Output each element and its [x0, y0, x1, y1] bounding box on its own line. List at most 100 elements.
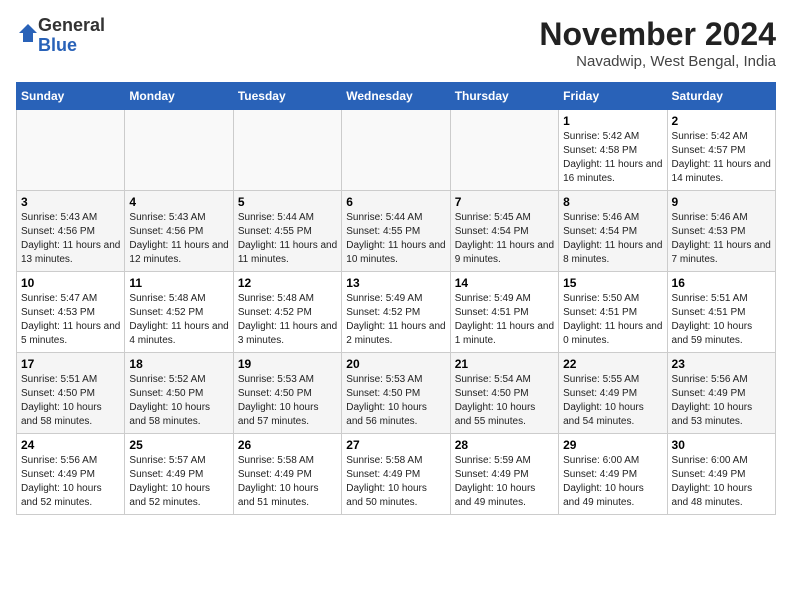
header-row: Sunday Monday Tuesday Wednesday Thursday…	[17, 83, 776, 110]
calendar-cell: 4 Sunrise: 5:43 AM Sunset: 4:56 PM Daylig…	[125, 191, 233, 272]
day-info: Sunrise: 5:56 AM Sunset: 4:49 PM Dayligh…	[672, 373, 771, 429]
calendar-cell: 16 Sunrise: 5:51 AM Sunset: 4:51 PM Dayli…	[667, 272, 775, 353]
day-info: Sunrise: 5:44 AM Sunset: 4:55 PM Dayligh…	[238, 211, 337, 267]
day-number: 23	[672, 357, 771, 371]
calendar-cell: 25 Sunrise: 5:57 AM Sunset: 4:49 PM Dayli…	[125, 434, 233, 515]
calendar-cell: 18 Sunrise: 5:52 AM Sunset: 4:50 PM Dayli…	[125, 353, 233, 434]
col-tuesday: Tuesday	[233, 83, 341, 110]
day-info: Sunrise: 6:00 AM Sunset: 4:49 PM Dayligh…	[563, 454, 662, 510]
logo-general: General	[38, 15, 105, 35]
calendar-cell	[125, 110, 233, 191]
calendar-header: Sunday Monday Tuesday Wednesday Thursday…	[17, 83, 776, 110]
day-number: 29	[563, 438, 662, 452]
calendar-cell	[450, 110, 558, 191]
day-number: 10	[21, 276, 120, 290]
calendar-week-4: 17Sunrise: 5:51 AM Sunset: 4:50 PM Dayli…	[17, 353, 776, 434]
day-number: 3	[21, 195, 120, 209]
day-number: 25	[129, 438, 228, 452]
col-friday: Friday	[559, 83, 667, 110]
calendar-cell: 6 Sunrise: 5:44 AM Sunset: 4:55 PM Daylig…	[342, 191, 450, 272]
day-number: 12	[238, 276, 337, 290]
day-info: Sunrise: 5:47 AM Sunset: 4:53 PM Dayligh…	[21, 292, 120, 348]
day-number: 22	[563, 357, 662, 371]
day-number: 30	[672, 438, 771, 452]
logo: General Blue	[16, 16, 105, 56]
day-number: 7	[455, 195, 554, 209]
calendar-week-2: 3 Sunrise: 5:43 AM Sunset: 4:56 PM Daylig…	[17, 191, 776, 272]
logo-text: General Blue	[38, 16, 105, 56]
day-info: Sunrise: 5:59 AM Sunset: 4:49 PM Dayligh…	[455, 454, 554, 510]
day-number: 9	[672, 195, 771, 209]
day-number: 11	[129, 276, 228, 290]
calendar-cell: 5Sunrise: 5:44 AM Sunset: 4:55 PM Daylig…	[233, 191, 341, 272]
col-monday: Monday	[125, 83, 233, 110]
day-number: 24	[21, 438, 120, 452]
col-thursday: Thursday	[450, 83, 558, 110]
calendar-week-1: 1Sunrise: 5:42 AM Sunset: 4:58 PM Daylig…	[17, 110, 776, 191]
calendar-week-3: 10 Sunrise: 5:47 AM Sunset: 4:53 PM Dayli…	[17, 272, 776, 353]
calendar-cell: 27Sunrise: 5:58 AM Sunset: 4:49 PM Dayli…	[342, 434, 450, 515]
day-info: Sunrise: 5:50 AM Sunset: 4:51 PM Dayligh…	[563, 292, 662, 348]
day-info: Sunrise: 5:44 AM Sunset: 4:55 PM Dayligh…	[346, 211, 445, 267]
calendar-cell	[17, 110, 125, 191]
col-sunday: Sunday	[17, 83, 125, 110]
calendar-cell: 8 Sunrise: 5:46 AM Sunset: 4:54 PM Daylig…	[559, 191, 667, 272]
day-info: Sunrise: 5:42 AM Sunset: 4:58 PM Dayligh…	[563, 130, 662, 186]
day-info: Sunrise: 5:48 AM Sunset: 4:52 PM Dayligh…	[129, 292, 228, 348]
day-info: Sunrise: 5:48 AM Sunset: 4:52 PM Dayligh…	[238, 292, 337, 348]
day-info: Sunrise: 5:58 AM Sunset: 4:49 PM Dayligh…	[346, 454, 445, 510]
day-number: 4	[129, 195, 228, 209]
calendar-cell: 21 Sunrise: 5:54 AM Sunset: 4:50 PM Dayli…	[450, 353, 558, 434]
day-number: 21	[455, 357, 554, 371]
calendar-cell: 10 Sunrise: 5:47 AM Sunset: 4:53 PM Dayli…	[17, 272, 125, 353]
month-title: November 2024	[539, 16, 776, 53]
calendar-cell: 29 Sunrise: 6:00 AM Sunset: 4:49 PM Dayli…	[559, 434, 667, 515]
calendar-cell: 30Sunrise: 6:00 AM Sunset: 4:49 PM Dayli…	[667, 434, 775, 515]
calendar-cell: 26Sunrise: 5:58 AM Sunset: 4:49 PM Dayli…	[233, 434, 341, 515]
col-wednesday: Wednesday	[342, 83, 450, 110]
location-subtitle: Navadwip, West Bengal, India	[539, 53, 776, 70]
calendar-cell: 24 Sunrise: 5:56 AM Sunset: 4:49 PM Dayli…	[17, 434, 125, 515]
col-saturday: Saturday	[667, 83, 775, 110]
day-number: 2	[672, 114, 771, 128]
day-info: Sunrise: 5:51 AM Sunset: 4:51 PM Dayligh…	[672, 292, 771, 348]
day-number: 16	[672, 276, 771, 290]
calendar-body: 1Sunrise: 5:42 AM Sunset: 4:58 PM Daylig…	[17, 110, 776, 515]
day-number: 15	[563, 276, 662, 290]
day-info: Sunrise: 5:56 AM Sunset: 4:49 PM Dayligh…	[21, 454, 120, 510]
calendar-cell: 19Sunrise: 5:53 AM Sunset: 4:50 PM Dayli…	[233, 353, 341, 434]
day-info: Sunrise: 5:43 AM Sunset: 4:56 PM Dayligh…	[129, 211, 228, 267]
calendar-cell: 14Sunrise: 5:49 AM Sunset: 4:51 PM Dayli…	[450, 272, 558, 353]
day-info: Sunrise: 5:54 AM Sunset: 4:50 PM Dayligh…	[455, 373, 554, 429]
calendar-cell: 17Sunrise: 5:51 AM Sunset: 4:50 PM Dayli…	[17, 353, 125, 434]
logo-icon	[18, 23, 38, 43]
calendar-cell: 28Sunrise: 5:59 AM Sunset: 4:49 PM Dayli…	[450, 434, 558, 515]
calendar-cell: 3 Sunrise: 5:43 AM Sunset: 4:56 PM Daylig…	[17, 191, 125, 272]
day-info: Sunrise: 5:57 AM Sunset: 4:49 PM Dayligh…	[129, 454, 228, 510]
calendar-cell: 2Sunrise: 5:42 AM Sunset: 4:57 PM Daylig…	[667, 110, 775, 191]
day-info: Sunrise: 5:52 AM Sunset: 4:50 PM Dayligh…	[129, 373, 228, 429]
calendar-cell: 11 Sunrise: 5:48 AM Sunset: 4:52 PM Dayli…	[125, 272, 233, 353]
day-number: 8	[563, 195, 662, 209]
day-number: 17	[21, 357, 120, 371]
day-number: 19	[238, 357, 337, 371]
day-number: 18	[129, 357, 228, 371]
day-info: Sunrise: 5:45 AM Sunset: 4:54 PM Dayligh…	[455, 211, 554, 267]
calendar-cell: 22 Sunrise: 5:55 AM Sunset: 4:49 PM Dayli…	[559, 353, 667, 434]
day-info: Sunrise: 5:43 AM Sunset: 4:56 PM Dayligh…	[21, 211, 120, 267]
calendar-cell: 15 Sunrise: 5:50 AM Sunset: 4:51 PM Dayli…	[559, 272, 667, 353]
day-info: Sunrise: 5:46 AM Sunset: 4:54 PM Dayligh…	[563, 211, 662, 267]
calendar-cell: 20Sunrise: 5:53 AM Sunset: 4:50 PM Dayli…	[342, 353, 450, 434]
calendar-cell: 12 Sunrise: 5:48 AM Sunset: 4:52 PM Dayli…	[233, 272, 341, 353]
day-info: Sunrise: 5:58 AM Sunset: 4:49 PM Dayligh…	[238, 454, 337, 510]
calendar-cell: 7 Sunrise: 5:45 AM Sunset: 4:54 PM Daylig…	[450, 191, 558, 272]
title-area: November 2024 Navadwip, West Bengal, Ind…	[539, 16, 776, 70]
day-info: Sunrise: 5:49 AM Sunset: 4:52 PM Dayligh…	[346, 292, 445, 348]
calendar-cell: 1Sunrise: 5:42 AM Sunset: 4:58 PM Daylig…	[559, 110, 667, 191]
calendar-cell: 23 Sunrise: 5:56 AM Sunset: 4:49 PM Dayli…	[667, 353, 775, 434]
calendar-table: Sunday Monday Tuesday Wednesday Thursday…	[16, 82, 776, 515]
calendar-week-5: 24 Sunrise: 5:56 AM Sunset: 4:49 PM Dayli…	[17, 434, 776, 515]
day-number: 6	[346, 195, 445, 209]
day-info: Sunrise: 5:55 AM Sunset: 4:49 PM Dayligh…	[563, 373, 662, 429]
day-number: 13	[346, 276, 445, 290]
